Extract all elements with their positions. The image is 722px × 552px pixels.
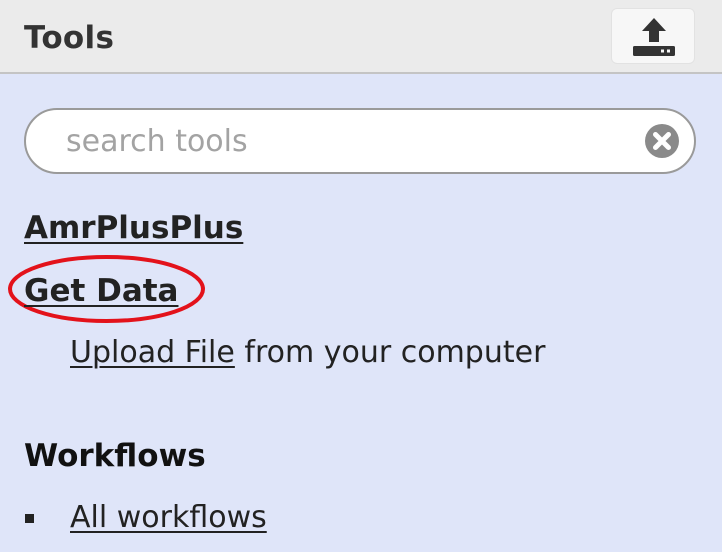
panel-title: Tools [24, 20, 115, 56]
bullet-icon [25, 514, 34, 523]
upload-file-link[interactable]: Upload File [70, 335, 235, 370]
search-box [24, 108, 696, 174]
section-link-amrplusplus[interactable]: AmrPlusPlus [24, 210, 243, 246]
tool-panel-body: AmrPlusPlus Get Data Upload File from yo… [0, 74, 722, 552]
tool-item-upload-file: Upload File from your computer [70, 335, 545, 370]
upload-icon [633, 18, 675, 56]
tool-panel-header: Tools [0, 0, 722, 74]
workflows-heading: Workflows [24, 438, 206, 474]
section-link-get-data[interactable]: Get Data [24, 273, 178, 309]
upload-button[interactable] [611, 8, 695, 64]
search-input[interactable] [66, 110, 626, 172]
upload-file-description: from your computer [234, 335, 546, 370]
clear-circle-x-icon[interactable] [644, 123, 680, 159]
all-workflows-link[interactable]: All workflows [70, 500, 267, 535]
